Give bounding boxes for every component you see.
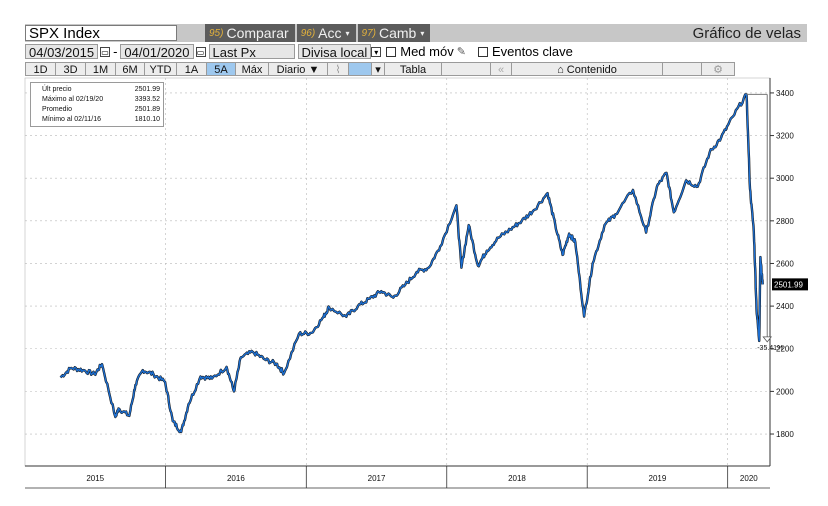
y-tick-label: 2400 xyxy=(776,302,794,311)
legend-label: Últ precio xyxy=(42,86,72,93)
legend-row-low: Mínimo al 02/11/16 1810.10 xyxy=(34,115,160,125)
y-tick-label: 3000 xyxy=(776,174,794,183)
legend-value: 1810.10 xyxy=(134,116,160,123)
legend-row-average: Promedio 2501.89 xyxy=(34,105,160,115)
x-tick-label: 2017 xyxy=(368,474,386,483)
plot-frame xyxy=(24,77,771,467)
legend-value: 3393.52 xyxy=(134,96,160,103)
x-tick-label: 2018 xyxy=(508,474,526,483)
x-tick-label: 2020 xyxy=(740,474,758,483)
y-tick-label: 2600 xyxy=(776,259,794,268)
y-tick-label: 3200 xyxy=(776,132,794,141)
last-value-label: 2501.99 xyxy=(774,280,803,289)
chart-legend: Últ precio 2501.99 Máximo al 02/19/20 33… xyxy=(30,82,164,127)
x-tick-label: 2019 xyxy=(649,474,667,483)
legend-row-last: Últ precio 2501.99 xyxy=(34,85,160,95)
y-tick-label: 3400 xyxy=(776,89,794,98)
drawdown-label: -35.41% xyxy=(757,345,783,352)
y-tick-label: 1800 xyxy=(776,430,794,439)
y-tick-label: 2800 xyxy=(776,217,794,226)
legend-row-high: Máximo al 02/19/20 3393.52 xyxy=(34,95,160,105)
legend-label: Mínimo al 02/11/16 xyxy=(42,116,102,123)
x-tick-label: 2016 xyxy=(227,474,245,483)
price-chart[interactable]: 2015 2016 2017 2018 2019 2020 180020002200240… xyxy=(0,0,828,506)
legend-value: 2501.99 xyxy=(134,86,160,93)
x-tick-label: 2015 xyxy=(86,474,104,483)
legend-value: 2501.89 xyxy=(134,106,160,113)
legend-label: Máximo al 02/19/20 xyxy=(42,96,104,103)
y-tick-label: 2000 xyxy=(776,387,794,396)
legend-label: Promedio xyxy=(42,106,72,113)
